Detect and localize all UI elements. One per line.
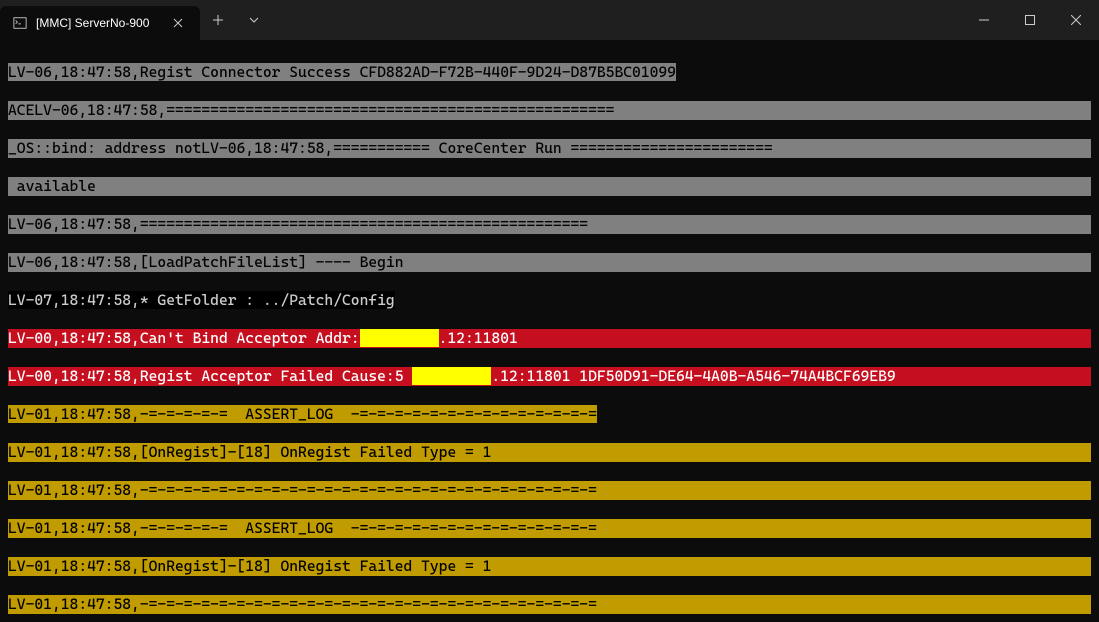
log-line: LV-01,18:47:58,-=-=-=-=-=-=-=-=-=-=-=-=-… xyxy=(8,595,1091,614)
titlebar-drag-area[interactable] xyxy=(272,0,961,40)
log-line: LV-06,18:47:58,[LoadPatchFileList] ---- … xyxy=(8,253,1091,272)
log-line: LV-01,18:47:58,-=-=-=-=-=-=-=-=-=-=-=-=-… xyxy=(8,481,1091,500)
tab-active[interactable]: [MMC] ServerNo-900 xyxy=(0,6,200,40)
terminal-icon xyxy=(12,15,28,31)
log-line: LV-00,18:47:58,Can't Bind Acceptor Addr: xyxy=(8,329,360,347)
log-line: LV-06,18:47:58,=========================… xyxy=(8,215,1091,234)
close-button[interactable] xyxy=(1053,0,1099,40)
log-line: LV-01,18:47:58,[OnRegist]-[18] OnRegist … xyxy=(8,443,1091,462)
log-line: .12:11801 xyxy=(439,329,518,347)
log-line: LV-06,18:47:58,=========== CoreCenter Ru… xyxy=(201,139,772,157)
log-line: _OS::bind: address not xyxy=(8,139,201,157)
log-line: LV-00,18:47:58,Regist Acceptor Failed Ca… xyxy=(8,367,412,385)
log-line: LV-06,18:47:58,=========================… xyxy=(34,101,614,119)
redacted-ip xyxy=(412,367,491,385)
log-line: LV-01,18:47:58,-=-=-=-=-= ASSERT_LOG -=-… xyxy=(8,519,1091,538)
log-line: LV-01,18:47:58,[OnRegist]-[18] OnRegist … xyxy=(8,557,1091,576)
titlebar: [MMC] ServerNo-900 xyxy=(0,0,1099,40)
terminal-output[interactable]: LV-06,18:47:58,Regist Connector Success … xyxy=(0,40,1099,622)
log-line: ACE xyxy=(8,101,34,119)
log-line: LV-07,18:47:58,* GetFolder : ../Patch/Co… xyxy=(8,291,395,309)
tab-dropdown-button[interactable] xyxy=(236,0,272,40)
log-line: LV-01,18:47:58,-=-=-=-=-= ASSERT_LOG -=-… xyxy=(8,405,597,423)
new-tab-button[interactable] xyxy=(200,0,236,40)
tab-close-button[interactable] xyxy=(168,13,188,33)
log-line: .12:11801 1DF50D91-DE64-4A0B-A546-74A4BC… xyxy=(491,367,895,385)
maximize-button[interactable] xyxy=(1007,0,1053,40)
log-line: available xyxy=(8,177,1091,196)
minimize-button[interactable] xyxy=(961,0,1007,40)
log-line: LV-06,18:47:58,Regist Connector Success … xyxy=(8,63,676,81)
redacted-ip xyxy=(360,329,439,347)
tab-title: [MMC] ServerNo-900 xyxy=(36,16,160,30)
